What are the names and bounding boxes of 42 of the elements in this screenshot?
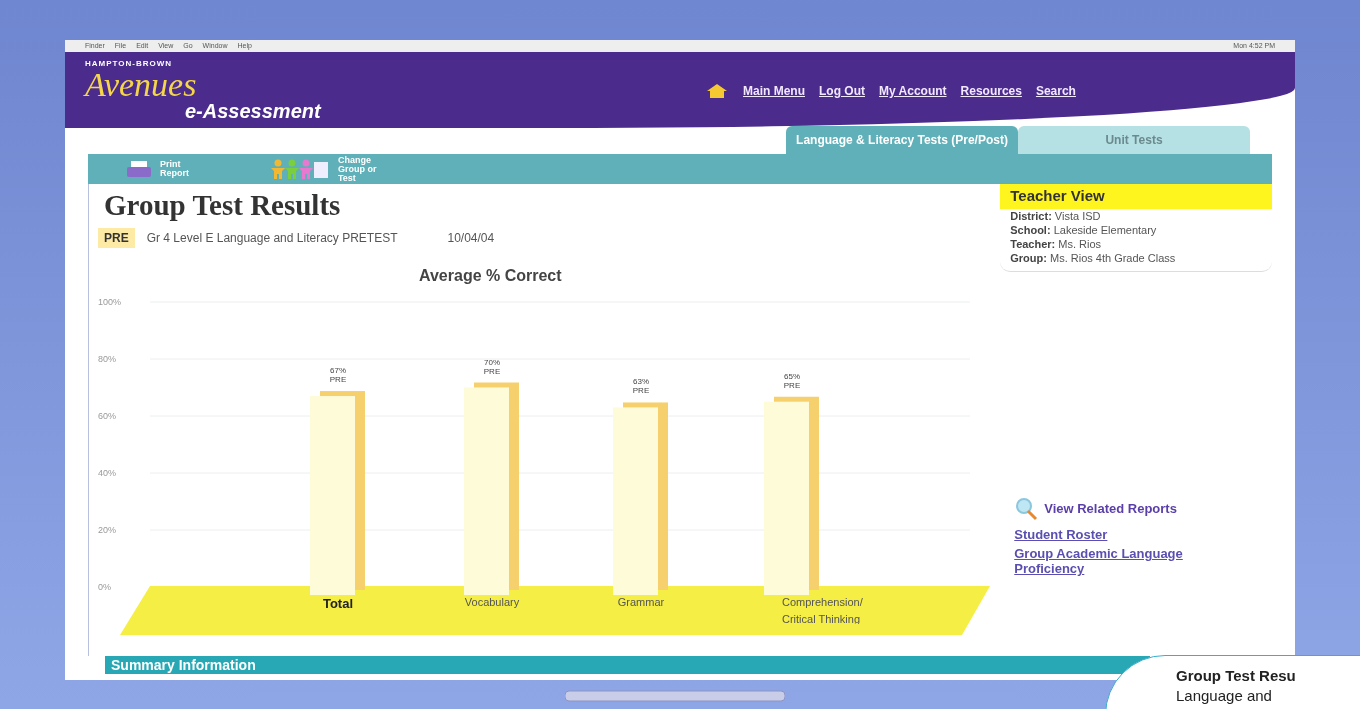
printer-icon (126, 160, 152, 178)
report-link[interactable]: Student Roster (1014, 527, 1215, 542)
page-title: Group Test Results (104, 188, 341, 222)
category-label: Total (321, 595, 355, 613)
axis-label: 20% (98, 525, 116, 535)
house-icon (705, 83, 729, 99)
nav-link[interactable]: Main Menu (743, 82, 805, 100)
category-label: Comprehension/ Critical Thinking (782, 595, 864, 624)
logo: Avenues (85, 70, 197, 100)
nav-link[interactable]: My Account (879, 82, 947, 100)
value-label: 70% PRE (482, 357, 502, 376)
info-line: School: Lakeside Elementary (1009, 222, 1158, 237)
category-label: Vocabulary (463, 595, 521, 610)
test-name: Gr 4 Level E Language and Literacy PRETEST (146, 230, 398, 247)
value-label: 63% PRE (631, 377, 651, 396)
chart-title: Average % Correct (419, 266, 562, 286)
nav-link[interactable]: Log Out (819, 82, 865, 100)
category-label: Grammar (616, 595, 666, 610)
info-line: Group: Ms. Rios 4th Grade Class (1009, 250, 1177, 265)
summary-bar: Summary Information (105, 656, 1150, 674)
publisher-name: HAMPTON-BROWN (85, 58, 173, 70)
people-icon (270, 159, 330, 179)
panel-title: Teacher View (1000, 184, 1272, 209)
product-name: e-Assessment (185, 100, 321, 122)
axis-label: 0% (98, 582, 111, 592)
info-line: Teacher: Ms. Rios (1009, 236, 1103, 251)
axis-label: 60% (98, 411, 116, 421)
nav-link[interactable]: Resources (960, 82, 1022, 100)
caption-line: Group Test Resu (1176, 666, 1297, 686)
axis-label: 100% (98, 297, 122, 307)
axis-label: 40% (98, 468, 116, 478)
test-badge: PRE (98, 228, 135, 248)
test-date: 10/04/04 (447, 230, 495, 247)
nav-link[interactable]: Search (1035, 82, 1076, 100)
dock-icon (565, 690, 785, 702)
caption-line: Language and (1176, 686, 1273, 706)
value-label: 67% PRE (328, 366, 348, 385)
report-link[interactable]: Group Academic Language Proficiency (1014, 546, 1215, 576)
axis-label: 80% (98, 354, 116, 364)
info-line: District: Vista ISD (1009, 208, 1102, 223)
related-title: View Related Reports (1044, 503, 1178, 515)
value-label: 65% PRE (782, 371, 802, 390)
